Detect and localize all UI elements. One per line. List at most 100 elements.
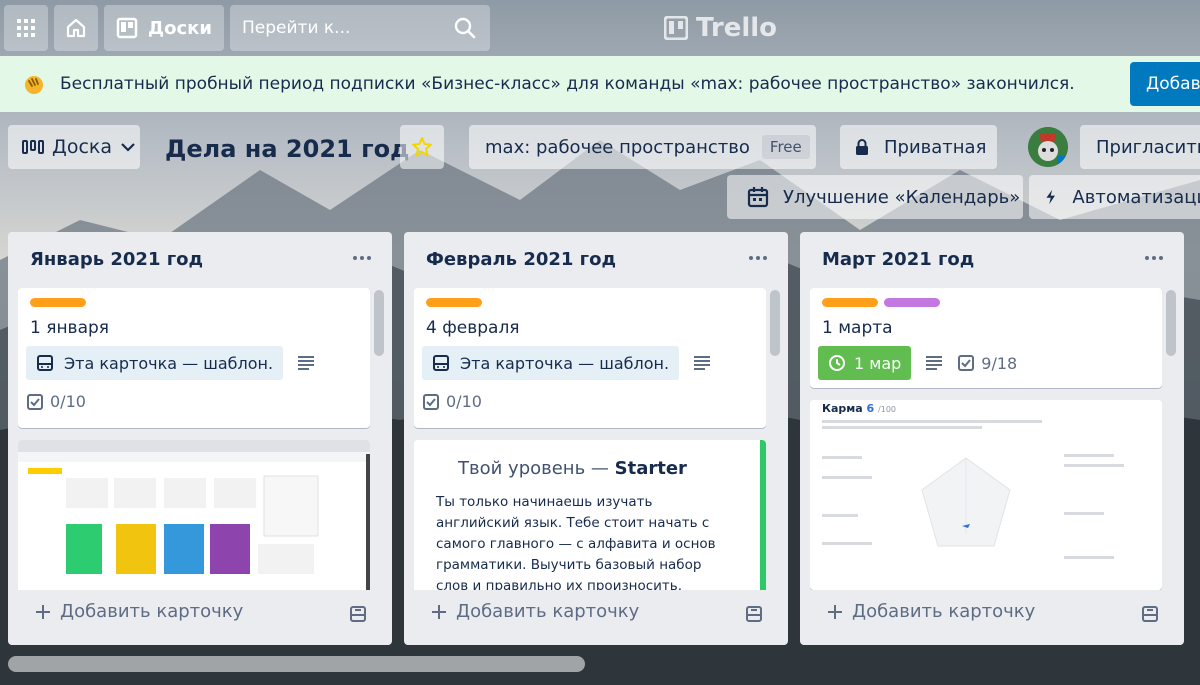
card-title: 1 января bbox=[30, 318, 110, 338]
trello-logo-icon bbox=[664, 16, 688, 40]
label-orange[interactable] bbox=[30, 298, 86, 307]
star-icon bbox=[412, 137, 432, 157]
cover-heading: Твой уровень — Starter bbox=[458, 458, 687, 479]
more-icon[interactable] bbox=[746, 246, 770, 270]
star-board-button[interactable] bbox=[400, 125, 444, 169]
description-icon bbox=[298, 356, 315, 370]
karma-cover-image: Карма 6 /100 bbox=[810, 400, 1162, 590]
plus-icon bbox=[828, 604, 842, 619]
checklist-icon bbox=[423, 393, 439, 410]
label-orange[interactable] bbox=[426, 298, 482, 307]
card-badges: Эта карточка — шаблон. bbox=[26, 346, 315, 380]
list-scrollbar[interactable] bbox=[770, 288, 780, 588]
card-badges-row2: 0/10 bbox=[422, 392, 482, 411]
checklist-badge: 9/18 bbox=[957, 354, 1017, 373]
workspace-button[interactable]: max: рабочее пространство Free bbox=[469, 125, 816, 169]
checklist-count: 0/10 bbox=[50, 392, 86, 411]
due-date-badge[interactable]: 1 мар bbox=[818, 346, 912, 380]
board-horizontal-scrollbar[interactable] bbox=[8, 656, 585, 672]
logo-text: Trello bbox=[696, 13, 778, 43]
trial-banner: Бесплатный пробный период подписки «Бизн… bbox=[0, 56, 1200, 112]
karma-title: Карма bbox=[822, 402, 863, 415]
checklist-icon bbox=[958, 355, 975, 371]
create-from-template-icon[interactable] bbox=[744, 604, 764, 624]
list-march[interactable]: Март 2021 год 1 марта 1 мар 9/18 Карма 6… bbox=[800, 232, 1184, 645]
list-title[interactable]: Март 2021 год bbox=[822, 249, 974, 270]
calendar-powerup-button[interactable]: Улучшение «Календарь» bbox=[727, 175, 1023, 219]
avatar-image bbox=[1028, 127, 1068, 167]
add-card-label: Добавить карточку bbox=[852, 601, 1036, 622]
more-icon[interactable] bbox=[350, 246, 374, 270]
home-button[interactable] bbox=[54, 5, 98, 51]
list-title[interactable]: Январь 2021 год bbox=[30, 249, 203, 270]
card[interactable]: 1 марта 1 мар 9/18 bbox=[810, 288, 1162, 388]
karma-pentagon-chart bbox=[822, 420, 1124, 559]
invite-button[interactable]: Пригласить bbox=[1080, 125, 1200, 169]
create-from-template-icon[interactable] bbox=[1140, 604, 1160, 624]
card-list: 1 января Эта карточка — шаблон. 0/10 bbox=[18, 288, 370, 590]
scroll-thumb[interactable] bbox=[1166, 290, 1176, 356]
karma-heading: Карма 6 /100 bbox=[822, 402, 896, 415]
card-list: 4 февраля Эта карточка — шаблон. 0/10 Тв… bbox=[414, 288, 766, 590]
add-card-button[interactable]: Добавить карточку bbox=[430, 601, 639, 622]
card[interactable]: 4 февраля Эта карточка — шаблон. 0/10 bbox=[414, 288, 766, 428]
label-purple[interactable] bbox=[884, 298, 940, 307]
list-january[interactable]: Январь 2021 год 1 января Эта карточка — … bbox=[8, 232, 392, 645]
card-title: 4 февраля bbox=[426, 318, 520, 338]
board-view-icon bbox=[22, 140, 44, 154]
automation-button[interactable]: Автоматизация bbox=[1029, 175, 1200, 219]
label-orange[interactable] bbox=[822, 298, 878, 307]
board-view-switcher[interactable]: Доска bbox=[8, 125, 140, 169]
chevron-down-icon bbox=[121, 143, 135, 152]
list-scrollbar[interactable] bbox=[1166, 288, 1176, 588]
trello-logo[interactable]: Trello bbox=[664, 12, 777, 44]
board-view-label: Доска bbox=[52, 136, 113, 158]
checklist-icon bbox=[27, 393, 43, 410]
list-title[interactable]: Февраль 2021 год bbox=[426, 249, 616, 270]
template-icon bbox=[37, 355, 53, 371]
lightning-icon bbox=[1046, 189, 1055, 205]
starter-cover-image: Твой уровень — Starter Ты только начинае… bbox=[414, 440, 766, 590]
card-list: 1 марта 1 мар 9/18 Карма 6 /100 bbox=[810, 288, 1162, 590]
automation-label: Автоматизация bbox=[1072, 186, 1200, 208]
list-february[interactable]: Февраль 2021 год 4 февраля Эта карточка … bbox=[404, 232, 788, 645]
scroll-thumb[interactable] bbox=[374, 290, 384, 356]
card-with-cover[interactable]: Твой уровень — Starter Ты только начинае… bbox=[414, 440, 766, 590]
search-icon[interactable] bbox=[454, 17, 476, 39]
card-badges-row2: 0/10 bbox=[26, 392, 86, 411]
top-header: Доски Trello bbox=[0, 0, 1200, 56]
workspace-label: max: рабочее пространство bbox=[485, 136, 750, 158]
description-icon bbox=[926, 356, 943, 370]
banner-text: Бесплатный пробный период подписки «Бизн… bbox=[60, 74, 1075, 94]
card[interactable]: 1 января Эта карточка — шаблон. 0/10 bbox=[18, 288, 370, 428]
more-icon[interactable] bbox=[1142, 246, 1166, 270]
scroll-thumb[interactable] bbox=[770, 290, 780, 356]
plan-badge: Free bbox=[761, 135, 810, 159]
card-labels bbox=[426, 298, 482, 307]
plus-icon bbox=[432, 604, 446, 619]
card-badges: 1 мар 9/18 bbox=[818, 346, 1017, 380]
board-title[interactable]: Дела на 2021 год bbox=[165, 127, 409, 171]
search-input[interactable] bbox=[242, 18, 442, 38]
board-icon bbox=[116, 17, 138, 39]
calendar-label: Улучшение «Календарь» bbox=[783, 186, 1021, 208]
apps-menu-button[interactable] bbox=[4, 5, 48, 51]
add-billing-button[interactable]: Добавить bbox=[1130, 62, 1200, 106]
visibility-button[interactable]: Приватная bbox=[840, 125, 997, 169]
home-icon bbox=[66, 18, 86, 38]
create-from-template-icon[interactable] bbox=[348, 604, 368, 624]
card-with-cover[interactable]: Карма 6 /100 bbox=[810, 400, 1162, 590]
cover-heading-prefix: Твой уровень — bbox=[458, 458, 615, 479]
card-with-cover[interactable] bbox=[18, 440, 370, 590]
boards-button[interactable]: Доски bbox=[104, 5, 224, 51]
add-card-button[interactable]: Добавить карточку bbox=[826, 601, 1035, 622]
template-label: Эта карточка — шаблон. bbox=[64, 353, 274, 373]
clock-icon bbox=[829, 355, 845, 371]
search-box[interactable] bbox=[230, 5, 490, 51]
template-label: Эта карточка — шаблон. bbox=[460, 353, 670, 373]
due-date-label: 1 мар bbox=[854, 353, 902, 373]
list-scrollbar[interactable] bbox=[374, 288, 384, 588]
screenshot-cover-image bbox=[18, 440, 370, 590]
avatar[interactable] bbox=[1028, 127, 1068, 167]
add-card-button[interactable]: Добавить карточку bbox=[34, 601, 243, 622]
